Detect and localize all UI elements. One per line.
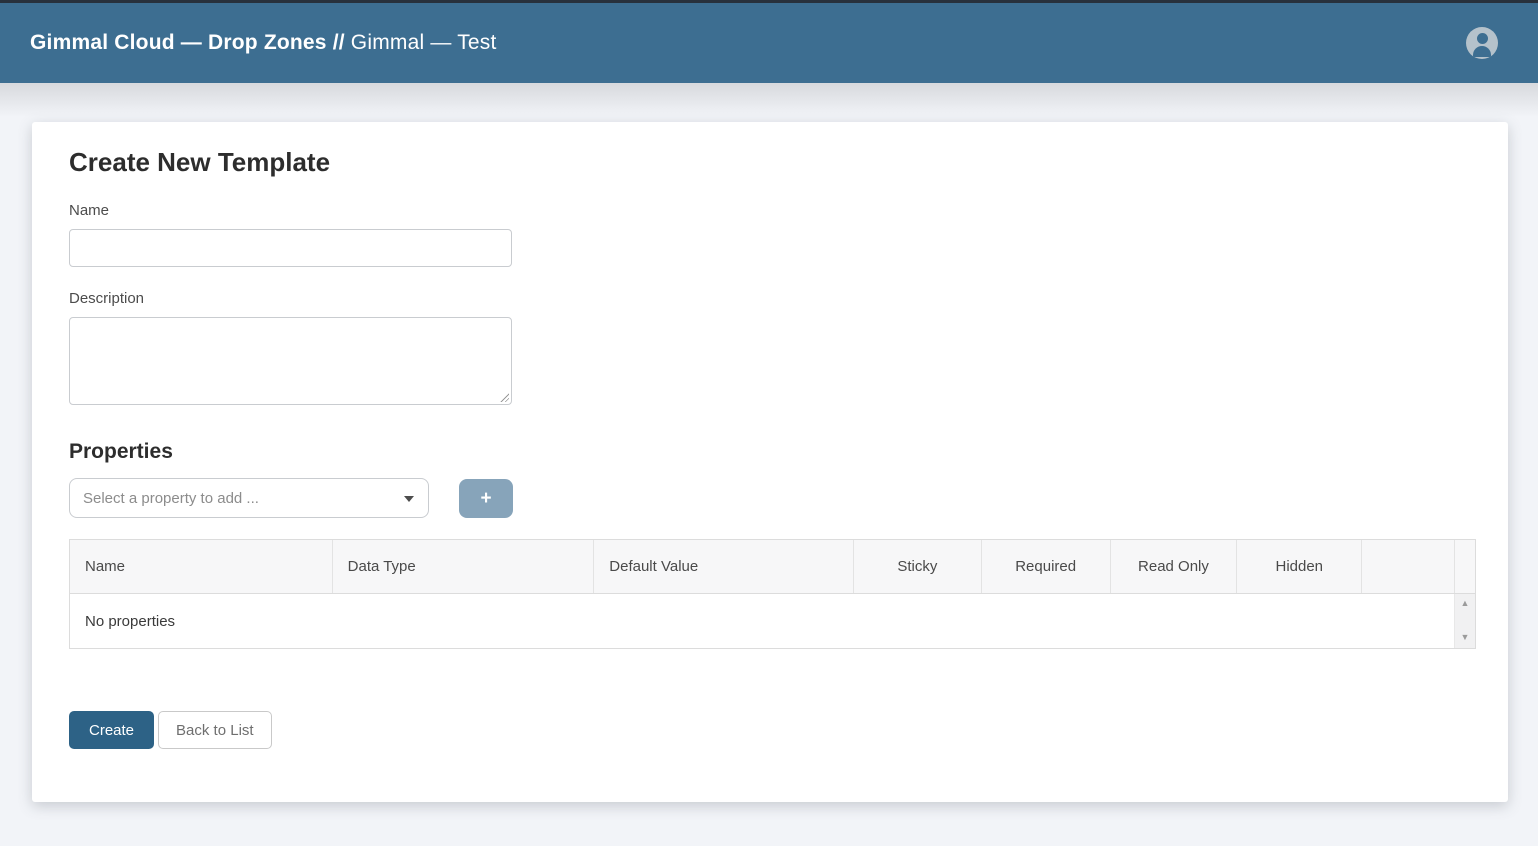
name-label: Name bbox=[69, 201, 1471, 221]
avatar-shoulders-shape bbox=[1473, 46, 1491, 57]
app-title: Gimmal Cloud — Drop Zones // Gimmal — Tes… bbox=[30, 31, 497, 55]
description-label: Description bbox=[69, 289, 1471, 309]
description-field-wrap bbox=[69, 317, 512, 405]
properties-table: Name Data Type Default Value Sticky Requ… bbox=[69, 539, 1476, 649]
name-input[interactable] bbox=[69, 229, 512, 267]
column-header-name: Name bbox=[70, 540, 332, 593]
properties-section-title: Properties bbox=[69, 439, 1471, 465]
properties-table-header: Name Data Type Default Value Sticky Requ… bbox=[70, 540, 1475, 594]
avatar-head-shape bbox=[1477, 33, 1488, 44]
property-add-row: Select a property to add ... + bbox=[69, 478, 1471, 518]
column-header-hidden: Hidden bbox=[1236, 540, 1361, 593]
footer-actions: Create Back to List bbox=[69, 711, 1471, 749]
header-shadow bbox=[0, 83, 1538, 117]
table-scrollbar[interactable]: ▲ ▼ bbox=[1454, 594, 1475, 648]
column-header-actions bbox=[1361, 540, 1454, 593]
caret-down-icon bbox=[404, 496, 414, 502]
app-header: Gimmal Cloud — Drop Zones // Gimmal — Tes… bbox=[0, 3, 1538, 83]
properties-table-body: No properties ▲ ▼ bbox=[70, 594, 1475, 648]
back-to-list-button[interactable]: Back to List bbox=[158, 711, 272, 749]
scroll-down-icon[interactable]: ▼ bbox=[1461, 633, 1470, 642]
create-template-card: Create New Template Name Description Pro… bbox=[32, 122, 1508, 802]
scroll-up-icon[interactable]: ▲ bbox=[1461, 599, 1470, 608]
description-textarea[interactable] bbox=[69, 317, 512, 405]
column-header-read-only: Read Only bbox=[1110, 540, 1237, 593]
column-header-sticky: Sticky bbox=[853, 540, 981, 593]
create-button[interactable]: Create bbox=[69, 711, 154, 749]
app-title-secondary: Gimmal — Test bbox=[351, 31, 497, 54]
add-property-button[interactable]: + bbox=[459, 479, 513, 518]
page-title: Create New Template bbox=[69, 146, 1471, 179]
column-header-required: Required bbox=[981, 540, 1110, 593]
app-title-primary: Gimmal Cloud — Drop Zones // bbox=[30, 31, 345, 54]
property-select-placeholder: Select a property to add ... bbox=[83, 490, 259, 507]
table-empty-message: No properties bbox=[70, 594, 1454, 648]
column-header-data-type: Data Type bbox=[332, 540, 594, 593]
user-avatar-icon[interactable] bbox=[1466, 27, 1498, 59]
column-header-default-value: Default Value bbox=[593, 540, 853, 593]
property-select[interactable]: Select a property to add ... bbox=[69, 478, 429, 518]
column-header-scroll-spacer bbox=[1454, 540, 1475, 593]
